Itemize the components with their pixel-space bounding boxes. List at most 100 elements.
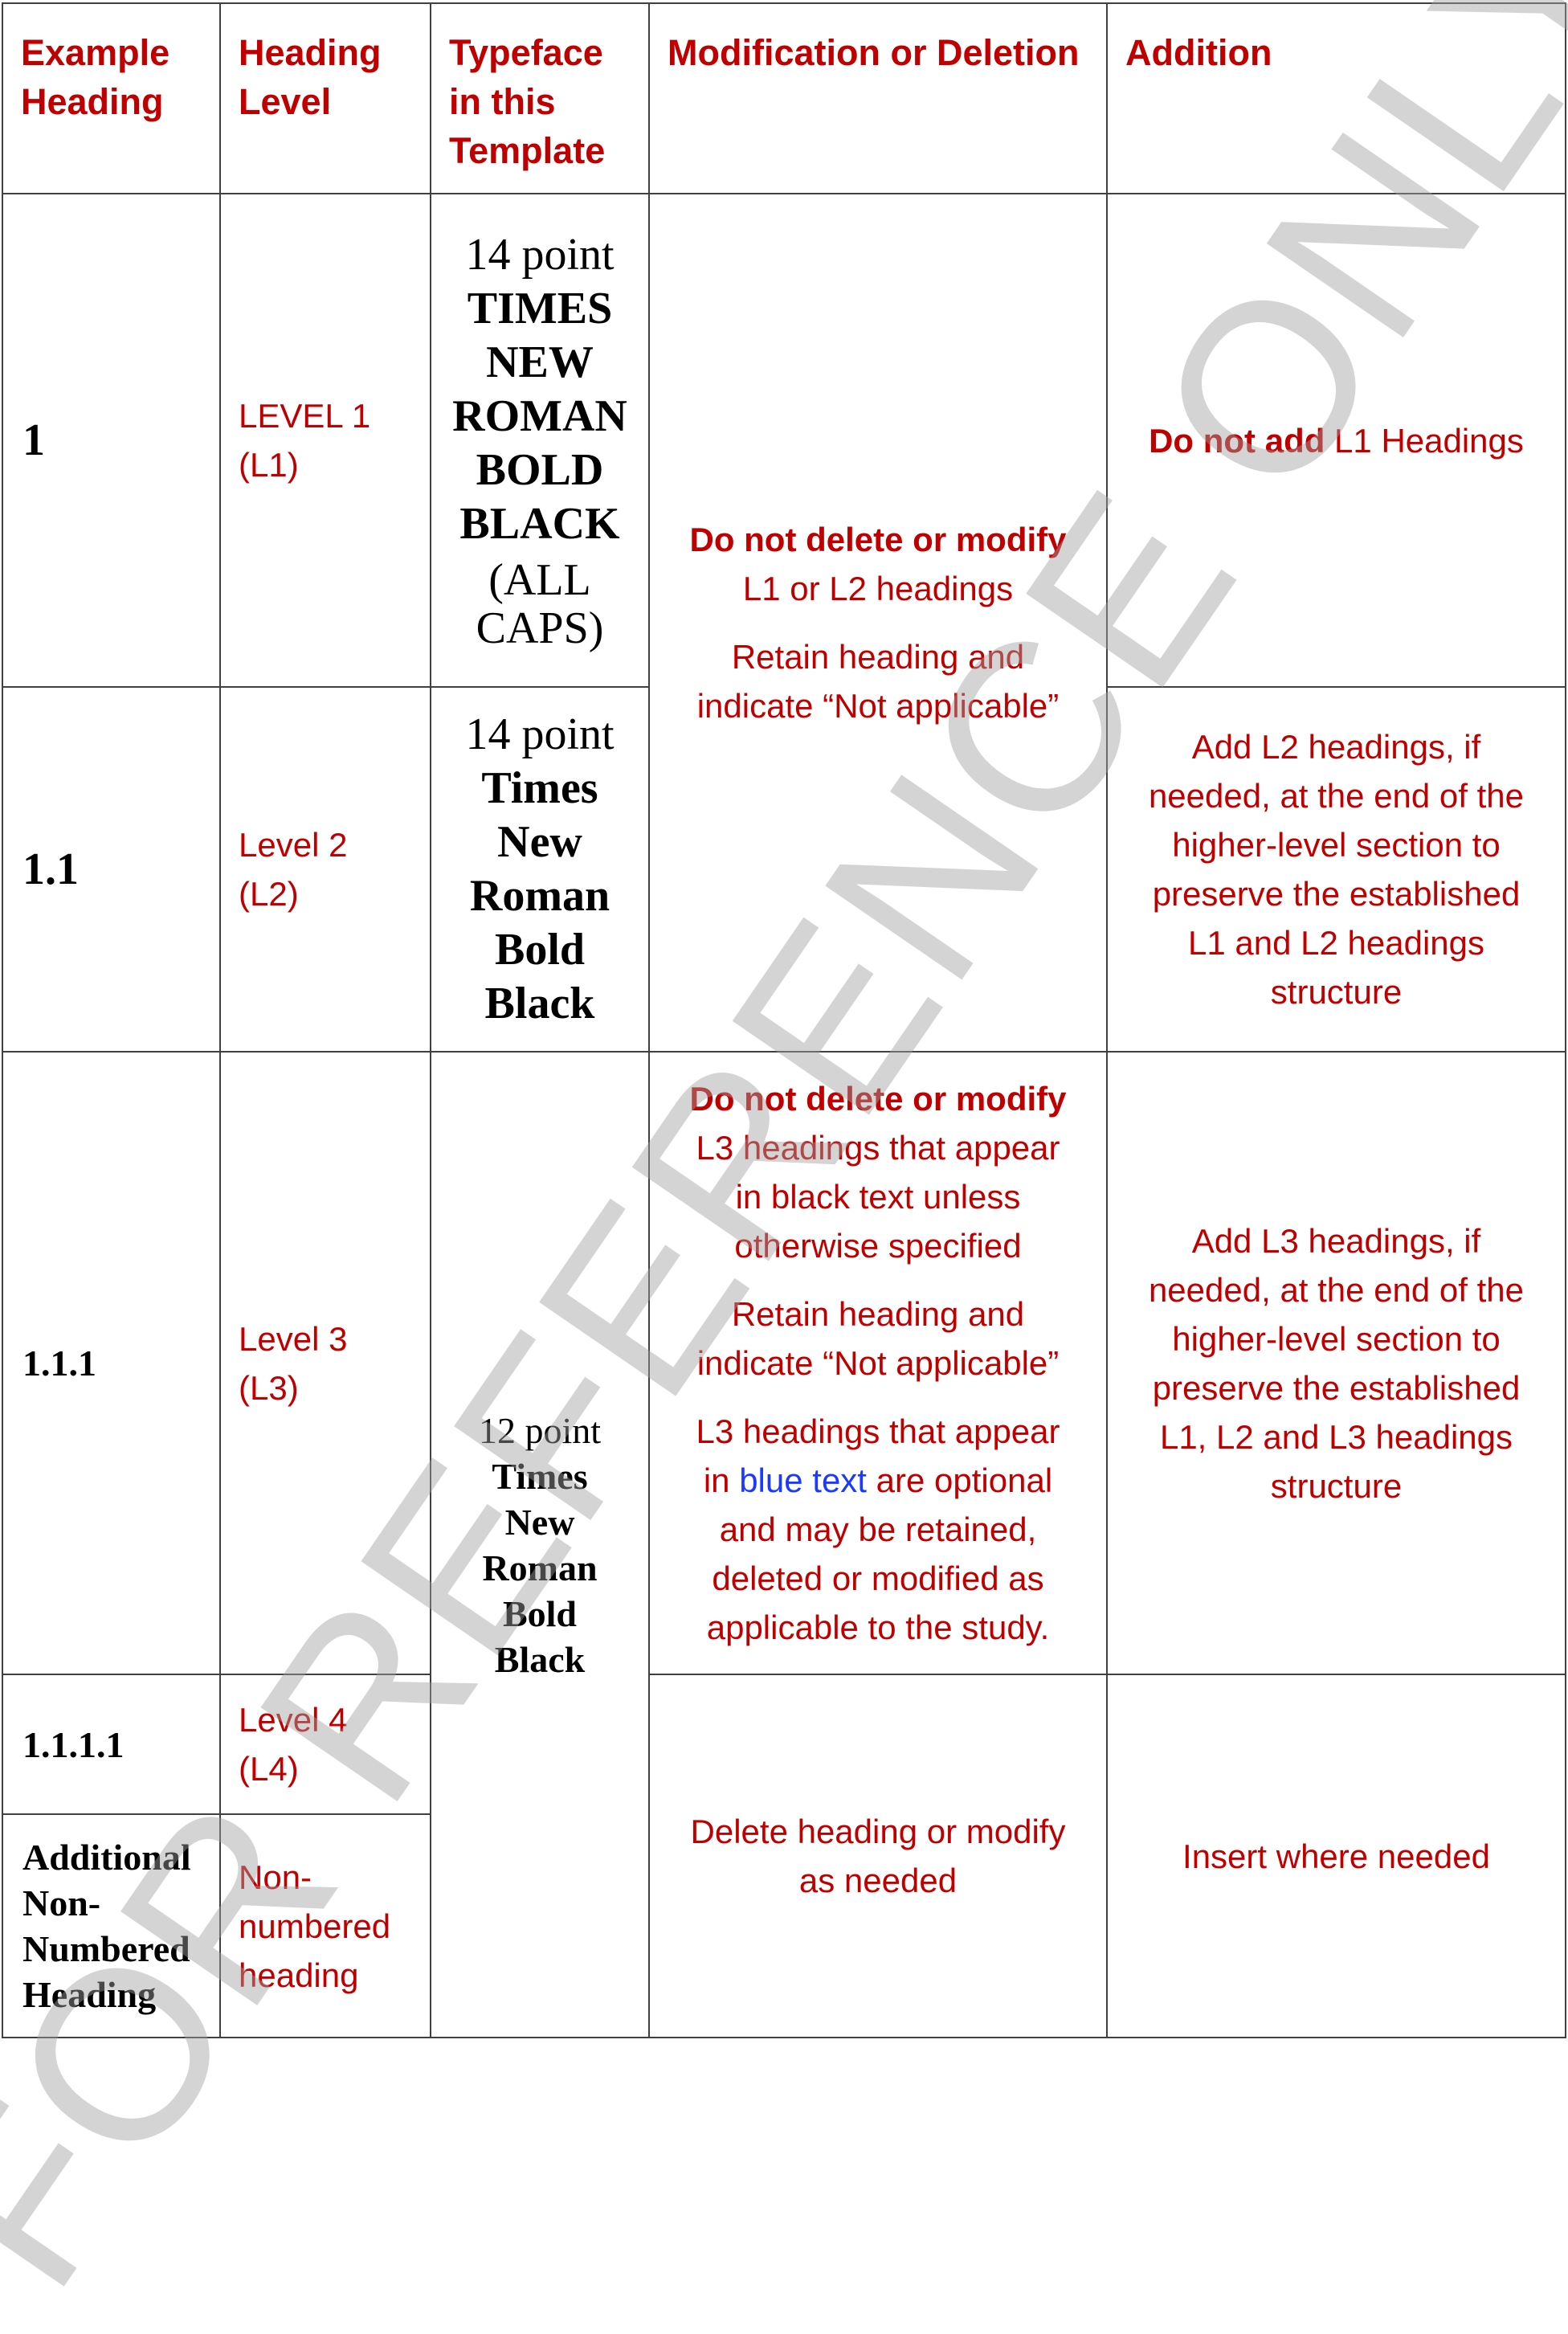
modification-text: otherwise specified — [734, 1227, 1022, 1265]
optional-text: applicable to the study. — [706, 1608, 1050, 1646]
addition-cell: Add L3 headings, if needed, at the end o… — [1106, 1051, 1566, 1675]
heading-level-cell: Level 4 (L4) — [219, 1674, 431, 1815]
example-heading-cell: 1 — [2, 193, 221, 688]
example-heading-line: Heading — [22, 1974, 157, 2015]
typeface-cell: 14 point Times New Roman Bold Black — [430, 686, 650, 1053]
header-example-heading: Example Heading — [2, 2, 221, 194]
header-heading-level: Heading Level — [219, 2, 431, 194]
typeface-style-line: Bold — [494, 925, 586, 975]
typeface-style-line: Bold — [502, 1592, 578, 1634]
modification-bold-text: Do not delete or modify — [689, 1080, 1067, 1118]
optional-text: and may be retained, — [719, 1510, 1037, 1548]
addition-line: higher-level section to — [1172, 826, 1501, 864]
typeface-style-line: Times — [492, 1455, 588, 1497]
example-heading-text: 1.1.1.1 — [22, 1723, 125, 1765]
header-modification: Modification or Deletion — [648, 2, 1108, 194]
example-heading-text: 1.1.1 — [22, 1343, 96, 1384]
addition-cell: Do not add L1 Headings — [1106, 193, 1566, 688]
typeface-style-line: Roman — [469, 871, 610, 921]
example-heading-line: Additional — [22, 1837, 191, 1878]
level-line: (L2) — [239, 875, 299, 913]
addition-bold-text: Do not add — [1149, 421, 1325, 460]
header-typeface-line: in this — [449, 81, 556, 122]
retain-text: indicate “Not applicable” — [696, 687, 1060, 725]
modification-cell-l4: Delete heading or modify as needed — [648, 1674, 1108, 2038]
typeface-style-line: Black — [494, 1638, 586, 1680]
level-line: (L4) — [239, 1750, 299, 1788]
level-line: Level 3 — [239, 1319, 348, 1358]
row-level-3: 1.1.1 Level 3 (L3) 12 point Times New Ro… — [2, 1051, 1566, 2038]
header-row: Example Heading Heading Level Typeface i… — [2, 2, 1566, 194]
row-level-1: 1 LEVEL 1 (L1) 14 point TIMES NEW ROMAN … — [2, 193, 1566, 1053]
heading-level-cell: Non- numbered heading — [219, 1813, 431, 2038]
header-modification-text: Modification or Deletion — [668, 32, 1080, 73]
addition-line: preserve the established — [1152, 1368, 1521, 1407]
optional-text: deleted or modified as — [712, 1559, 1044, 1597]
addition-line: Insert where needed — [1182, 1837, 1490, 1875]
addition-line: needed, at the end of the — [1148, 1270, 1525, 1309]
modification-text: in black text unless — [735, 1178, 1021, 1216]
typeface-style-line: Black — [484, 979, 595, 1028]
heading-template-table: Example Heading Heading Level Typeface i… — [2, 2, 1566, 2038]
addition-line: Add L2 headings, if — [1191, 728, 1481, 766]
level-line: LEVEL 1 — [239, 397, 371, 435]
typeface-size: 14 point — [465, 709, 615, 759]
typeface-style-line: New — [497, 817, 582, 867]
addition-cell: Insert where needed — [1106, 1674, 1566, 2038]
example-heading-text: 1 — [22, 415, 45, 465]
example-heading-line: Non- — [22, 1882, 101, 1923]
optional-text: are optional — [866, 1461, 1053, 1499]
typeface-cell: 14 point TIMES NEW ROMAN BOLD BLACK (ALL… — [430, 193, 650, 688]
modification-cell-l1-l2: Do not delete or modify L1 or L2 headings… — [648, 193, 1108, 1053]
optional-text: in — [703, 1461, 740, 1499]
modification-line: Delete heading or modify — [690, 1813, 1066, 1850]
retain-text: indicate “Not applicable” — [696, 1344, 1060, 1382]
example-heading-text: 1.1 — [22, 844, 79, 894]
addition-line: needed, at the end of the — [1148, 777, 1525, 815]
modification-text: L3 headings that appear — [696, 1129, 1060, 1167]
header-typeface: Typeface in this Template — [430, 2, 650, 194]
addition-line: higher-level section to — [1172, 1319, 1501, 1358]
typeface-cell-l3-l4: 12 point Times New Roman Bold Black — [430, 1051, 650, 2038]
addition-line: L1 and L2 headings — [1188, 924, 1484, 962]
addition-line: preserve the established — [1152, 875, 1521, 913]
level-line: numbered — [239, 1907, 391, 1945]
level-line: Level 2 — [239, 826, 348, 864]
typeface-style-line: New — [504, 1501, 575, 1543]
blue-text-sample: blue text — [739, 1461, 867, 1499]
typeface-style-line: NEW — [486, 337, 594, 387]
typeface-caps-line: CAPS) — [476, 603, 604, 653]
retain-text: Retain heading and — [731, 638, 1025, 676]
level-line: Level 4 — [239, 1701, 348, 1739]
level-line: (L3) — [239, 1368, 299, 1407]
typeface-size: 12 point — [478, 1409, 602, 1451]
modification-line: as needed — [798, 1862, 958, 1899]
addition-line: structure — [1270, 973, 1403, 1011]
addition-line: Add L3 headings, if — [1191, 1221, 1481, 1260]
typeface-style-line: BLACK — [459, 499, 620, 549]
modification-cell-l3: Do not delete or modify L3 headings that… — [648, 1051, 1108, 1675]
row-level-4: 1.1.1.1 Level 4 (L4) Delete heading or m… — [2, 1674, 1566, 2038]
example-heading-cell: Additional Non- Numbered Heading — [2, 1813, 221, 2038]
optional-text: L3 headings that appear — [696, 1412, 1060, 1450]
level-line: Non- — [239, 1858, 312, 1896]
typeface-style-line: ROMAN — [452, 391, 627, 441]
typeface-style-line: BOLD — [476, 445, 604, 495]
heading-level-cell: Level 2 (L2) — [219, 686, 431, 1053]
example-heading-cell: 1.1 — [2, 686, 221, 1053]
typeface-style-line: Times — [481, 763, 598, 813]
heading-level-cell: Level 3 (L3) — [219, 1051, 431, 1675]
header-level-line: Heading — [239, 32, 382, 73]
addition-line: L1, L2 and L3 headings — [1159, 1417, 1513, 1456]
addition-line: structure — [1270, 1466, 1403, 1505]
typeface-style-line: TIMES — [467, 284, 613, 333]
typeface-style-line: Roman — [482, 1547, 598, 1588]
level-line: heading — [239, 1956, 359, 1994]
header-typeface-line: Typeface — [449, 32, 603, 73]
header-addition: Addition — [1106, 2, 1566, 194]
typeface-caps-line: (ALL — [488, 555, 591, 605]
header-example-line: Heading — [21, 81, 164, 122]
header-addition-text: Addition — [1125, 32, 1272, 73]
header-example-line: Example — [21, 32, 170, 73]
typeface-size: 14 point — [465, 230, 615, 280]
